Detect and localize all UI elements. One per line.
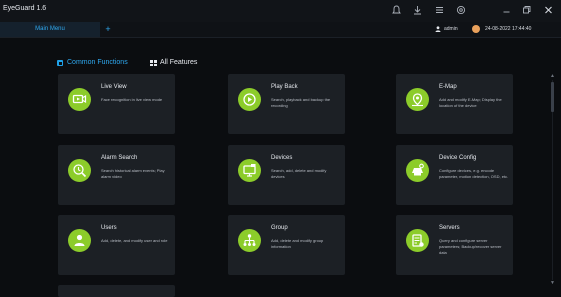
feature-card-play-back[interactable]: Play Back Search, playback and backup the…: [228, 74, 345, 134]
feature-card-device-config[interactable]: Device Config Configure devices, e.g. enc…: [396, 145, 513, 205]
card-description: Configure devices, e.g. encode parameter…: [439, 168, 509, 179]
card-title: Device Config: [439, 155, 477, 161]
scroll-up-icon[interactable]: ▲: [549, 74, 556, 79]
close-icon[interactable]: [542, 5, 554, 17]
window-controls: [390, 5, 560, 17]
username[interactable]: admin: [444, 22, 458, 37]
scroll-down-icon[interactable]: ▼: [549, 281, 556, 286]
card-title: E-Map: [439, 84, 457, 90]
card-description: Search, playback and backup the recordin…: [271, 97, 331, 108]
card-title: Servers: [439, 225, 460, 231]
alarm-search-icon: [68, 159, 91, 182]
devices-icon: [238, 159, 261, 182]
card-title: Group: [271, 225, 288, 231]
tab-main-menu[interactable]: Main Menu: [0, 22, 100, 37]
function-tabs: Common Functions All Features: [57, 57, 217, 69]
emap-icon: [406, 88, 429, 111]
card-title: Play Back: [271, 84, 298, 90]
card-description: Face recognition in live view mode: [101, 97, 163, 102]
user-area: admin 24-08-2022 17:44:40: [435, 22, 557, 37]
restore-icon[interactable]: [520, 5, 532, 17]
scroll-thumb[interactable]: [551, 82, 554, 112]
card-description: Search historical alarm events; Play ala…: [101, 168, 165, 179]
card-description: Search, add, delete and modify devices: [271, 168, 327, 179]
app-title: EyeGuard 1.6: [3, 5, 47, 12]
minimize-icon[interactable]: [500, 5, 512, 17]
tab-all-features-label: All Features: [160, 59, 198, 66]
card-description: Query and configure server parameters; B…: [439, 238, 502, 255]
menu-icon[interactable]: [433, 5, 445, 17]
card-description: Add, delete and modify group information: [271, 238, 324, 249]
feature-card-alarm-search[interactable]: Alarm Search Search historical alarm even…: [58, 145, 175, 205]
users-icon: [68, 229, 91, 252]
datetime: 24-08-2022 17:44:40: [485, 26, 532, 32]
feature-card-partial[interactable]: [58, 285, 175, 297]
feature-card-e-map[interactable]: E-Map Add and modify E-Map; Display the l…: [396, 74, 513, 134]
scrollbar[interactable]: ▲ ▼: [549, 74, 556, 286]
card-title: Live View: [101, 84, 127, 90]
grid-icon: [150, 60, 157, 66]
card-description: Add and modify E-Map; Display the locati…: [439, 97, 502, 108]
settings-icon[interactable]: [455, 5, 467, 17]
alarm-bell-icon[interactable]: [390, 5, 402, 17]
live-view-icon: [68, 88, 91, 111]
feature-card-group[interactable]: Group Add, delete and modify group inform…: [228, 215, 345, 275]
title-bar: EyeGuard 1.6: [0, 0, 561, 22]
tab-common-functions-label: Common Functions: [67, 59, 128, 66]
feature-card-servers[interactable]: Servers Query and configure server parame…: [396, 215, 513, 275]
tab-bar: Main Menu + admin 24-08-2022 17:44:40: [0, 22, 561, 38]
avatar[interactable]: [472, 25, 480, 33]
device-config-icon: [406, 159, 429, 182]
feature-card-devices[interactable]: Devices Search, add, delete and modify de…: [228, 145, 345, 205]
card-description: Add, delete, and modify user and role: [101, 238, 168, 243]
feature-card-users[interactable]: Users Add, delete, and modify user and ro…: [58, 215, 175, 275]
card-title: Users: [101, 225, 117, 231]
download-icon[interactable]: [411, 5, 423, 17]
servers-icon: [406, 229, 429, 252]
common-functions-icon: [57, 60, 63, 66]
feature-card-live-view[interactable]: Live View Face recognition in live view m…: [58, 74, 175, 134]
card-title: Devices: [271, 155, 293, 161]
playback-icon: [238, 88, 261, 111]
card-title: Alarm Search: [101, 155, 138, 161]
main-content: Common Functions All Features Live View F…: [0, 38, 561, 297]
user-icon: [435, 26, 441, 32]
group-icon: [238, 229, 261, 252]
add-tab-button[interactable]: +: [103, 22, 113, 37]
